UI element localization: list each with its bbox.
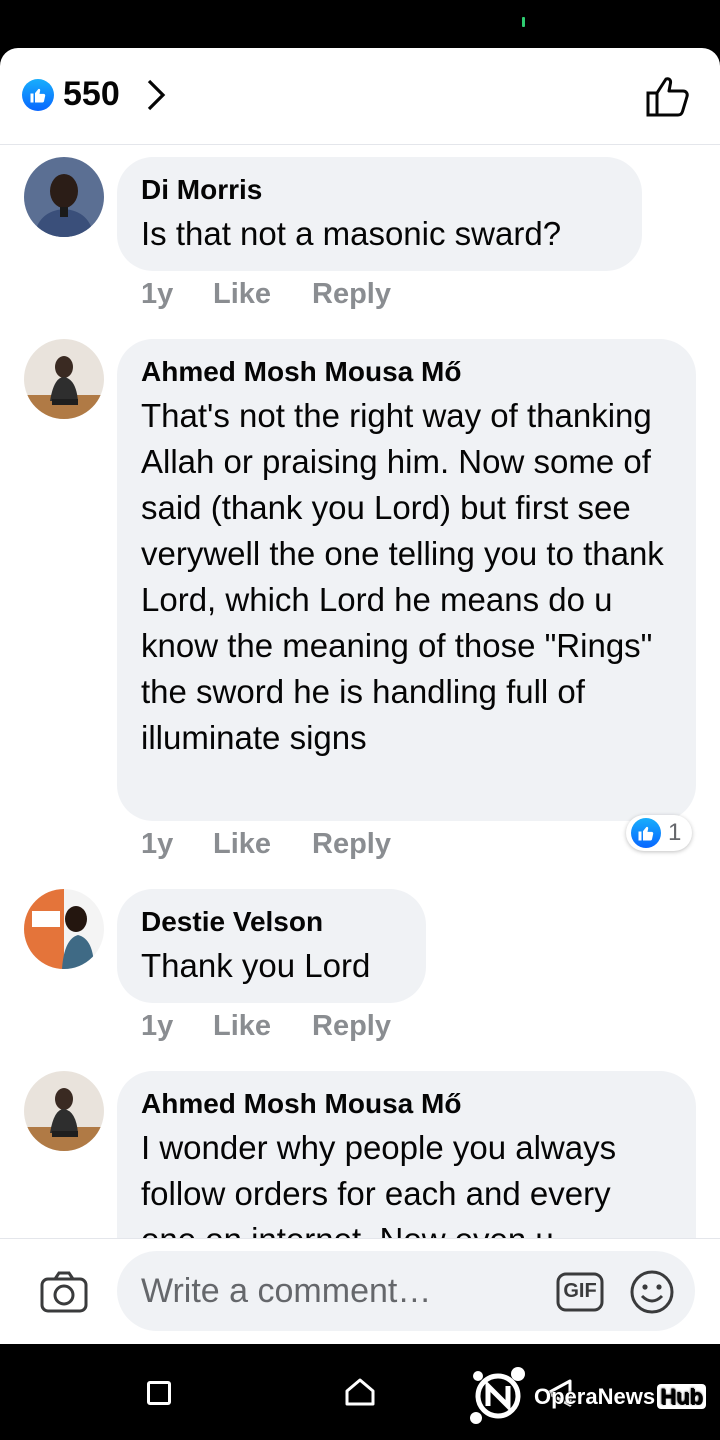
comment-bubble[interactable]: Di Morris Is that not a masonic sward? <box>117 157 642 271</box>
comment-author[interactable]: Destie Velson <box>141 905 402 939</box>
comments-sheet: 550 Di Morris Is that not a masonic swar… <box>0 48 720 1344</box>
comment-time: 1y <box>141 828 174 860</box>
watermark-hub: Hub <box>657 1384 706 1409</box>
comment-reaction-count: 1 <box>668 819 682 846</box>
comment-author[interactable]: Di Morris <box>141 173 618 207</box>
watermark-text: OperaNews Hub <box>534 1384 706 1410</box>
gif-label: GIF <box>563 1280 597 1302</box>
like-icon <box>22 79 54 111</box>
reply-link[interactable]: Reply <box>312 828 391 861</box>
comment-reaction-badge[interactable]: 1 <box>626 815 692 851</box>
chevron-right-icon[interactable] <box>145 78 167 112</box>
home-icon[interactable] <box>344 1377 376 1407</box>
comment-time: 1y <box>141 278 174 310</box>
comment-composer: GIF <box>0 1238 720 1344</box>
comment-text: Thank you Lord <box>141 947 371 984</box>
thumbs-up-outline-icon[interactable] <box>644 74 692 118</box>
comment-list[interactable]: Di Morris Is that not a masonic sward? 1… <box>0 145 720 1238</box>
avatar[interactable] <box>24 889 104 969</box>
comment-author[interactable]: Ahmed Mosh Mousa Mő <box>141 355 672 389</box>
status-bar <box>0 0 720 48</box>
reactions-header: 550 <box>0 48 720 145</box>
gif-button[interactable]: GIF <box>556 1272 604 1312</box>
like-link[interactable]: Like <box>213 828 271 861</box>
avatar[interactable] <box>24 339 104 419</box>
reply-link[interactable]: Reply <box>312 278 391 311</box>
emoji-icon[interactable] <box>629 1269 675 1315</box>
camera-icon[interactable] <box>40 1271 88 1313</box>
comment-time: 1y <box>141 1010 174 1042</box>
like-link[interactable]: Like <box>213 1010 271 1043</box>
like-icon <box>631 818 661 848</box>
avatar[interactable] <box>24 1071 104 1151</box>
comment-author[interactable]: Ahmed Mosh Mousa Mő <box>141 1087 672 1121</box>
comment-bubble[interactable]: Destie Velson Thank you Lord <box>117 889 426 1003</box>
comment-text: I wonder why people you always follow or… <box>141 1129 617 1238</box>
reaction-count[interactable]: 550 <box>63 75 120 114</box>
like-link[interactable]: Like <box>213 278 271 311</box>
recents-icon[interactable] <box>147 1381 171 1405</box>
comment-input[interactable] <box>117 1251 695 1331</box>
comment-text: That's not the right way of thanking All… <box>141 397 664 756</box>
comment-bubble[interactable]: Ahmed Mosh Mousa Mő I wonder why people … <box>117 1071 696 1238</box>
operanews-logo-icon <box>470 1367 525 1424</box>
comment-text: Is that not a masonic sward? <box>141 215 562 252</box>
comment-bubble[interactable]: Ahmed Mosh Mousa Mő That's not the right… <box>117 339 696 821</box>
system-nav-bar: OperaNews Hub <box>0 1344 720 1440</box>
reply-link[interactable]: Reply <box>312 1010 391 1043</box>
avatar[interactable] <box>24 157 104 237</box>
watermark-brand: OperaNews <box>534 1384 656 1409</box>
status-indicator <box>522 17 525 27</box>
